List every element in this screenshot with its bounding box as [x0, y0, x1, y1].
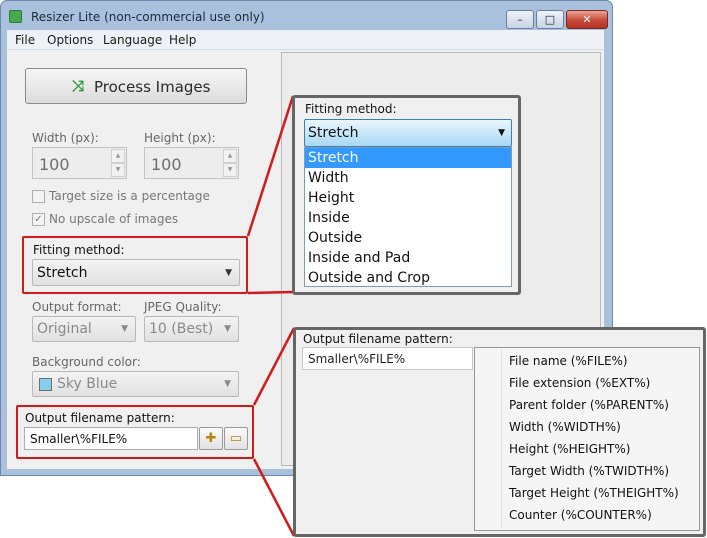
filename-zoom-label: Output filename pattern:	[303, 332, 453, 346]
jpeg-quality-label: JPEG Quality:	[144, 300, 222, 314]
percentage-checkbox[interactable]	[32, 190, 45, 203]
color-swatch	[39, 378, 52, 391]
width-value: 100	[39, 155, 70, 174]
fitting-method-value: Stretch	[37, 265, 88, 281]
fitting-option-stretch[interactable]: Stretch	[305, 148, 511, 168]
fitting-options-list: Stretch Width Height Inside Outside Insi…	[304, 147, 512, 287]
insert-token-icon: ✚	[205, 431, 217, 446]
width-decrement-icon[interactable]: ▼	[111, 163, 125, 177]
width-increment-icon[interactable]: ▲	[111, 149, 125, 163]
token-ext[interactable]: File extension (%EXT%)	[509, 372, 697, 394]
browse-folder-button[interactable]: ▭	[224, 427, 248, 450]
fitting-option-outside[interactable]: Outside	[305, 228, 511, 248]
token-target-height[interactable]: Target Height (%THEIGHT%)	[509, 482, 697, 504]
window-title: Resizer Lite (non-commercial use only)	[31, 10, 265, 24]
fitting-zoom-value: Stretch	[308, 125, 359, 141]
fitting-option-inside-and-pad[interactable]: Inside and Pad	[305, 248, 511, 268]
chevron-down-icon: ▼	[121, 324, 128, 334]
background-color-select[interactable]: Sky Blue ▼	[32, 371, 239, 397]
background-color-label: Background color:	[32, 355, 141, 369]
fitting-option-width[interactable]: Width	[305, 168, 511, 188]
chevron-down-icon: ▼	[224, 324, 231, 334]
fitting-option-outside-and-crop[interactable]: Outside and Crop	[305, 268, 511, 288]
width-spin-buttons: ▲ ▼	[111, 149, 125, 177]
height-label: Height (px):	[144, 131, 216, 145]
height-spinner[interactable]: 100 ▲ ▼	[144, 147, 239, 179]
process-images-button[interactable]: ⤨ Process Images	[25, 68, 247, 104]
filename-pattern-input[interactable]: Smaller\%FILE%	[24, 427, 198, 450]
background-color-value: Sky Blue	[57, 376, 118, 392]
menu-gutter	[501, 350, 502, 528]
menu-file[interactable]: File	[15, 33, 35, 47]
process-arrows-icon: ⤨	[72, 77, 85, 95]
maximize-button[interactable]: □	[536, 10, 564, 29]
filename-pattern-highlight: Output filename pattern: Smaller\%FILE% …	[16, 405, 254, 459]
fitting-zoom-select[interactable]: Stretch ▼	[304, 119, 512, 147]
token-file[interactable]: File name (%FILE%)	[509, 350, 697, 372]
chevron-down-icon: ▼	[224, 379, 231, 389]
token-height[interactable]: Height (%HEIGHT%)	[509, 438, 697, 460]
fitting-method-highlight: Fitting method: Stretch ▼	[22, 236, 248, 294]
output-format-label: Output format:	[32, 300, 122, 314]
token-counter[interactable]: Counter (%COUNTER%)	[509, 504, 697, 526]
no-upscale-label: No upscale of images	[49, 212, 179, 226]
fitting-method-label: Fitting method:	[33, 243, 125, 257]
token-menu: File name (%FILE%) File extension (%EXT%…	[474, 347, 700, 531]
app-icon	[9, 10, 22, 23]
fitting-zoom-label: Fitting method:	[305, 102, 397, 116]
token-parent[interactable]: Parent folder (%PARENT%)	[509, 394, 697, 416]
token-width[interactable]: Width (%WIDTH%)	[509, 416, 697, 438]
menu-language[interactable]: Language	[103, 33, 162, 47]
title-bar[interactable]: Resizer Lite (non-commercial use only) –…	[1, 1, 612, 31]
jpeg-quality-select[interactable]: 10 (Best) ▼	[144, 316, 239, 342]
menu-options[interactable]: Options	[47, 33, 93, 47]
jpeg-quality-value: 10 (Best)	[149, 321, 214, 337]
minimize-button[interactable]: –	[506, 10, 534, 29]
output-format-select[interactable]: Original ▼	[32, 316, 136, 342]
fitting-option-height[interactable]: Height	[305, 188, 511, 208]
menu-bar: File Options Language Help	[7, 30, 604, 50]
width-spinner[interactable]: 100 ▲ ▼	[32, 147, 127, 179]
fitting-method-select[interactable]: Stretch ▼	[32, 259, 240, 286]
percentage-label: Target size is a percentage	[49, 189, 210, 203]
height-value: 100	[151, 155, 182, 174]
chevron-down-icon: ▼	[225, 268, 232, 278]
filename-zoom-input[interactable]: Smaller\%FILE%	[302, 347, 473, 370]
menu-help[interactable]: Help	[169, 33, 196, 47]
process-images-label: Process Images	[94, 78, 211, 96]
height-spin-buttons: ▲ ▼	[223, 149, 237, 177]
fitting-option-inside[interactable]: Inside	[305, 208, 511, 228]
filename-pattern-label: Output filename pattern:	[25, 411, 175, 425]
width-label: Width (px):	[32, 131, 99, 145]
insert-token-button[interactable]: ✚	[199, 427, 223, 450]
no-upscale-checkbox[interactable]: ✓	[32, 213, 45, 226]
output-format-value: Original	[37, 321, 92, 337]
close-button[interactable]: ✕	[566, 10, 608, 29]
folder-icon: ▭	[229, 431, 243, 446]
chevron-down-icon: ▼	[498, 128, 505, 138]
token-target-width[interactable]: Target Width (%TWIDTH%)	[509, 460, 697, 482]
height-increment-icon[interactable]: ▲	[223, 149, 237, 163]
height-decrement-icon[interactable]: ▼	[223, 163, 237, 177]
fitting-method-zoom: Fitting method: Stretch ▼ Stretch Width …	[292, 95, 521, 295]
filename-pattern-zoom: Output filename pattern: Smaller\%FILE% …	[293, 327, 706, 537]
